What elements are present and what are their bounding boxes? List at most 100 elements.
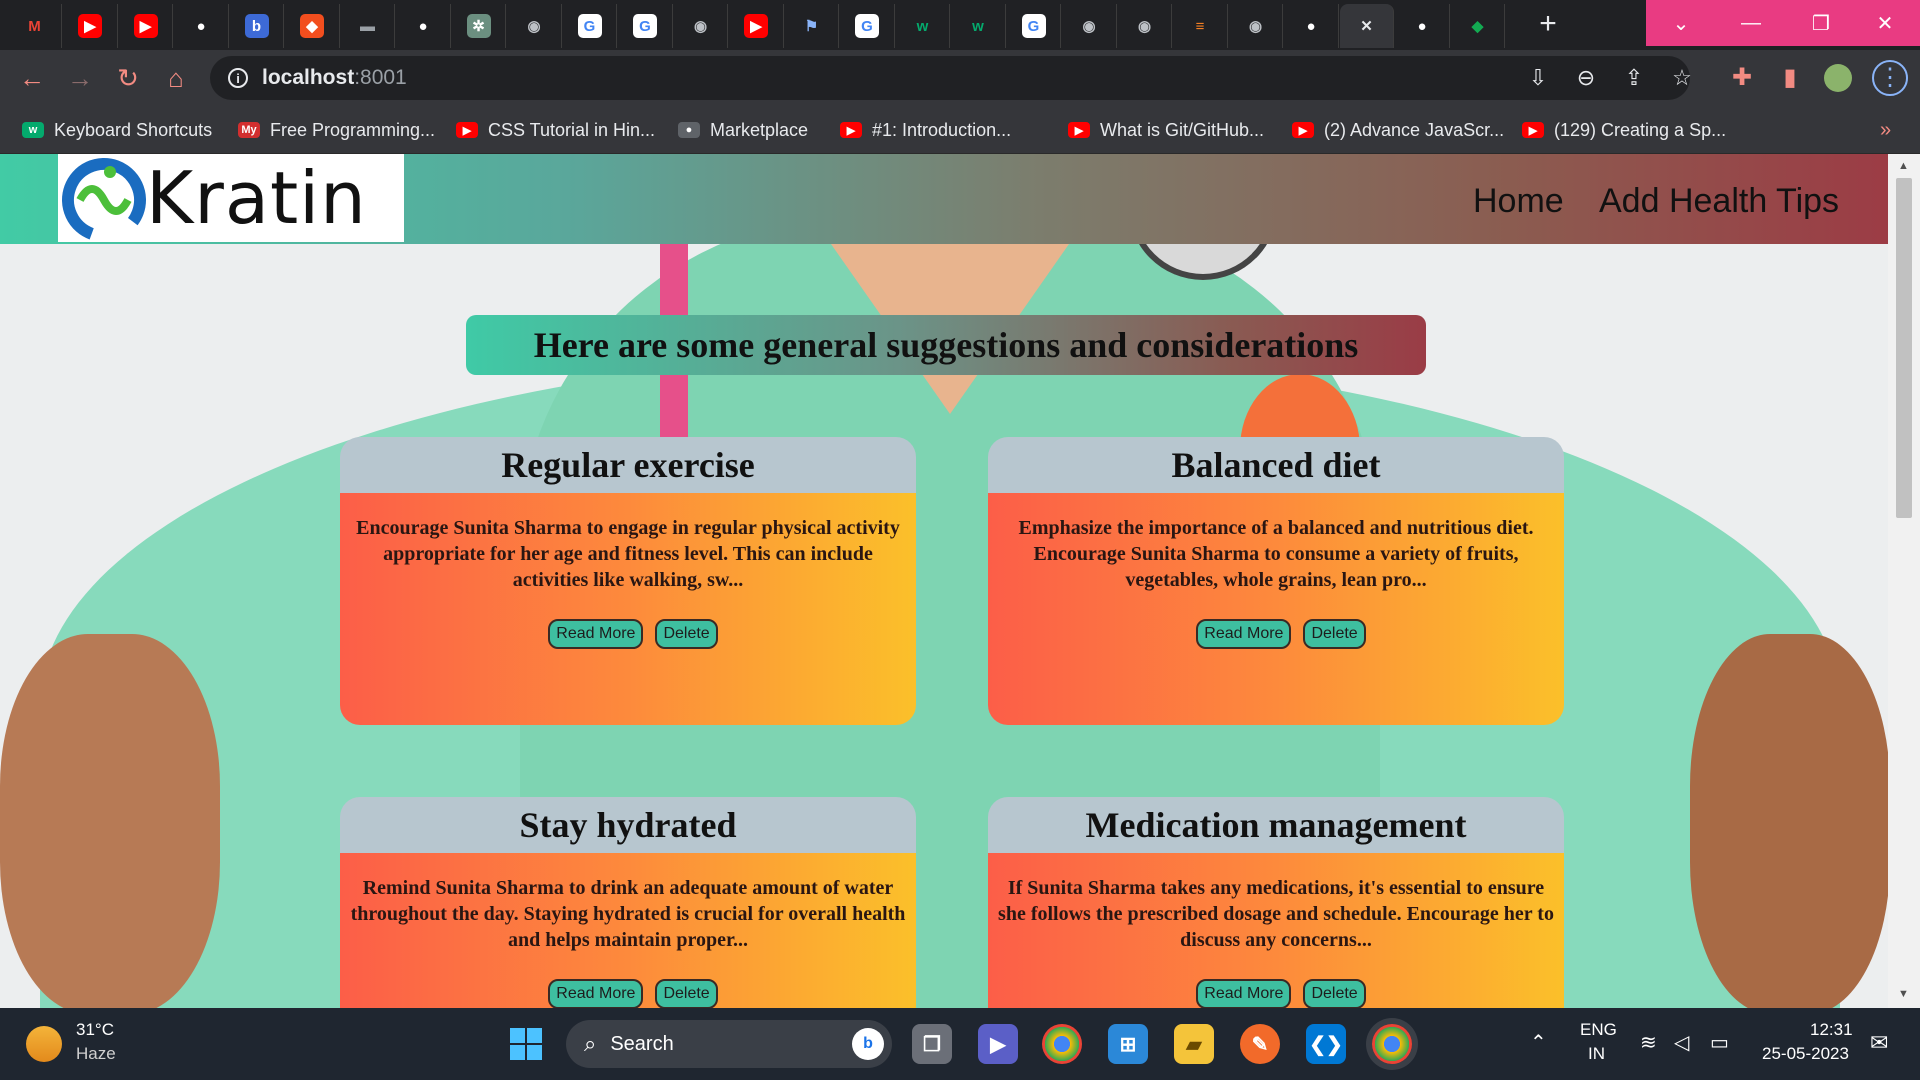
browser-tab[interactable]: G: [563, 4, 617, 48]
clock-date[interactable]: 25-05-2023: [1762, 1044, 1849, 1064]
minimize-button[interactable]: —: [1716, 0, 1786, 46]
browser-tab[interactable]: ⚑: [785, 4, 839, 48]
delete-button[interactable]: Delete: [655, 979, 718, 1008]
weather-desc[interactable]: Haze: [76, 1044, 116, 1064]
browser-tab[interactable]: ✕: [1340, 4, 1394, 48]
browser-tab[interactable]: w: [896, 4, 950, 48]
scroll-down-icon[interactable]: ▼: [1898, 988, 1909, 1000]
delete-button[interactable]: Delete: [1303, 619, 1366, 649]
clock-time[interactable]: 12:31: [1810, 1020, 1853, 1040]
side-panel-icon[interactable]: ▮: [1776, 64, 1804, 92]
install-icon[interactable]: ⇩: [1526, 66, 1550, 90]
wifi-icon[interactable]: ≋: [1640, 1030, 1657, 1055]
close-window-button[interactable]: ✕: [1850, 0, 1920, 46]
language-bottom[interactable]: IN: [1588, 1044, 1605, 1064]
youtube-icon: ▶: [1292, 122, 1314, 138]
browser-tab[interactable]: ●: [1396, 4, 1450, 48]
battery-icon[interactable]: ▭: [1710, 1030, 1729, 1055]
back-icon[interactable]: ←: [16, 62, 48, 94]
bookmark-item[interactable]: ▶ CSS Tutorial in Hin...: [456, 116, 655, 144]
bing-icon[interactable]: b: [852, 1028, 884, 1060]
nav-home-link[interactable]: Home: [1473, 182, 1564, 221]
taskbar-search[interactable]: ⌕ Search b: [566, 1020, 892, 1068]
browser-tab[interactable]: G: [841, 4, 895, 48]
browser-tab[interactable]: ▶: [64, 4, 118, 48]
bookmarks-more[interactable]: »: [1880, 116, 1891, 144]
browser-tab[interactable]: ◉: [1063, 4, 1117, 48]
share-icon[interactable]: ⇪: [1622, 66, 1646, 90]
bookmark-item[interactable]: ▶ What is Git/GitHub...: [1068, 116, 1264, 144]
browser-tab[interactable]: w: [952, 4, 1006, 48]
scroll-up-icon[interactable]: ▲: [1898, 160, 1909, 172]
delete-button[interactable]: Delete: [655, 619, 718, 649]
browser-tab[interactable]: ▶: [119, 4, 173, 48]
browser-tab[interactable]: ◉: [674, 4, 728, 48]
bookmark-item[interactable]: ● Marketplace: [678, 116, 808, 144]
chrome-icon[interactable]: [1042, 1024, 1082, 1064]
home-icon[interactable]: ⌂: [160, 62, 192, 94]
menu-icon[interactable]: ⋮: [1872, 60, 1908, 96]
page-scrollbar[interactable]: ▲ ▼: [1888, 154, 1920, 1008]
read-more-button[interactable]: Read More: [548, 619, 644, 649]
delete-button[interactable]: Delete: [1303, 979, 1366, 1008]
reload-icon[interactable]: ↻: [112, 62, 144, 94]
bookmark-item[interactable]: w Keyboard Shortcuts: [22, 116, 212, 144]
weather-icon[interactable]: [26, 1026, 62, 1062]
file-explorer-icon[interactable]: ▰: [1174, 1024, 1214, 1064]
browser-tab[interactable]: ◆: [1451, 4, 1505, 48]
language-top[interactable]: ENG: [1580, 1020, 1617, 1040]
bookmark-item[interactable]: My Free Programming...: [238, 116, 435, 144]
teams-icon[interactable]: ▶: [978, 1024, 1018, 1064]
tip-card: Stay hydrated Remind Sunita Sharma to dr…: [340, 797, 916, 1008]
browser-tab[interactable]: ◆: [286, 4, 340, 48]
postman-icon[interactable]: ✎: [1240, 1024, 1280, 1064]
browser-tab[interactable]: ◉: [1118, 4, 1172, 48]
notification-icon[interactable]: ✉: [1870, 1030, 1888, 1056]
bookmark-label: (129) Creating a Sp...: [1554, 119, 1727, 140]
windows-start-icon[interactable]: [506, 1024, 546, 1064]
browser-tab[interactable]: ▶: [730, 4, 784, 48]
bookmark-star-icon[interactable]: ☆: [1670, 66, 1694, 90]
browser-tab[interactable]: b: [230, 4, 284, 48]
read-more-button[interactable]: Read More: [1196, 619, 1292, 649]
read-more-button[interactable]: Read More: [548, 979, 644, 1008]
browser-tab[interactable]: ◉: [508, 4, 562, 48]
browser-tab[interactable]: ●: [1285, 4, 1339, 48]
browser-tab[interactable]: ✲: [452, 4, 506, 48]
youtube-icon: ▶: [78, 14, 102, 38]
browser-tab[interactable]: ≡: [1174, 4, 1228, 48]
extensions-icon[interactable]: ✚: [1728, 64, 1756, 92]
tab-search-button[interactable]: ⌄: [1646, 0, 1716, 46]
volume-icon[interactable]: ◁: [1674, 1030, 1689, 1055]
site-info-icon[interactable]: i: [228, 68, 248, 88]
forward-icon[interactable]: →: [64, 62, 96, 94]
globe-icon: ◉: [527, 18, 541, 35]
browser-tab[interactable]: ◉: [1229, 4, 1283, 48]
bookmark-item[interactable]: ▶ (2) Advance JavaScr...: [1292, 116, 1504, 144]
scroll-thumb[interactable]: [1896, 178, 1912, 518]
browser-tab[interactable]: G: [619, 4, 673, 48]
weather-temp[interactable]: 31°C: [76, 1020, 114, 1040]
nav-add-health-tips-link[interactable]: Add Health Tips: [1599, 182, 1839, 221]
bookmark-item[interactable]: ▶ (129) Creating a Sp...: [1522, 116, 1726, 144]
browser-tab[interactable]: G: [1007, 4, 1061, 48]
browser-tab[interactable]: ▬: [341, 4, 395, 48]
chrome-active-icon[interactable]: [1372, 1024, 1412, 1064]
task-view-icon[interactable]: ❐: [912, 1024, 952, 1064]
vscode-icon[interactable]: ❮❯: [1306, 1024, 1346, 1064]
site-logo[interactable]: Kratin: [58, 154, 404, 242]
profile-avatar[interactable]: [1824, 64, 1852, 92]
read-more-button[interactable]: Read More: [1196, 979, 1292, 1008]
show-hidden-icons[interactable]: ⌃: [1530, 1030, 1547, 1055]
browser-tab[interactable]: M: [8, 4, 62, 48]
browser-tab[interactable]: ●: [397, 4, 451, 48]
globe-icon: ◉: [1137, 18, 1152, 35]
store-icon[interactable]: ⊞: [1108, 1024, 1148, 1064]
page-viewport: Kratin Home Add Health Tips Here are som…: [0, 154, 1888, 1008]
zoom-icon[interactable]: ⊖: [1574, 66, 1598, 90]
address-bar[interactable]: i localhost:8001 ⇩ ⊖ ⇪ ☆: [210, 56, 1692, 100]
new-tab-button[interactable]: +: [1530, 8, 1566, 42]
browser-tab[interactable]: ●: [175, 4, 229, 48]
bookmark-item[interactable]: ▶ #1: Introduction...: [840, 116, 1011, 144]
restore-button[interactable]: ❐: [1786, 0, 1856, 46]
